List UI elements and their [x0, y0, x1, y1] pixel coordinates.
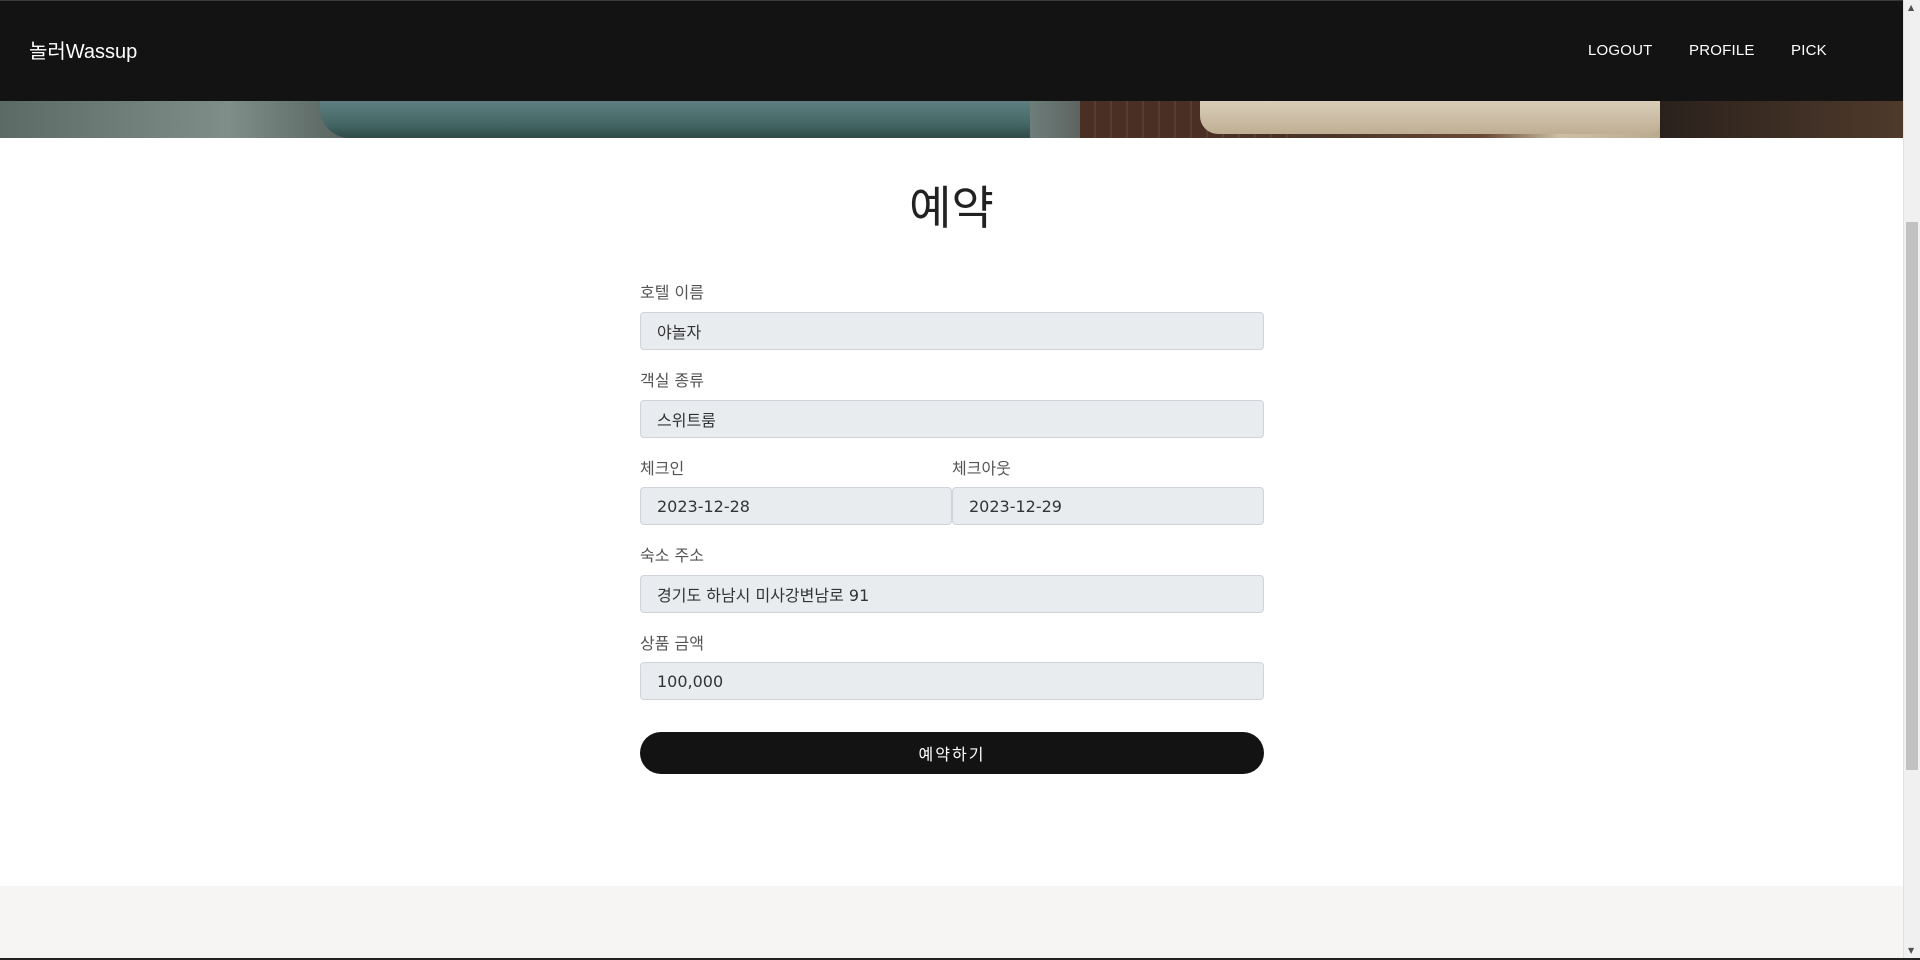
brand-logo-link[interactable]: 놀러Wassup: [29, 35, 137, 64]
price-label: 상품 금액: [640, 634, 704, 653]
address-field[interactable]: [640, 575, 1264, 613]
hero-image-strip: [0, 101, 1903, 138]
hero-pool-area: [320, 101, 1030, 138]
nav-profile-link[interactable]: PROFILE: [1689, 42, 1755, 59]
reserve-button[interactable]: 예약하기: [640, 732, 1264, 774]
scrollbar-thumb[interactable]: [1906, 222, 1918, 770]
page-title: 예약: [909, 181, 994, 235]
address-label: 숙소 주소: [640, 546, 704, 565]
footer-band: [0, 886, 1903, 958]
scroll-down-arrow-icon[interactable]: ▼: [1908, 946, 1914, 956]
checkout-label: 체크아웃: [952, 459, 1011, 478]
nav-pick-link[interactable]: PICK: [1791, 42, 1827, 59]
top-navbar: 놀러Wassup LOGOUT PROFILE PICK: [0, 0, 1903, 101]
room-type-field[interactable]: [640, 400, 1264, 438]
hero-sofa-area: [1200, 101, 1660, 134]
hotel-name-field[interactable]: [640, 312, 1264, 350]
scroll-up-arrow-icon[interactable]: ▲: [1908, 3, 1914, 13]
hero-edge-area: [1660, 101, 1903, 138]
vertical-scrollbar[interactable]: ▲ ▼: [1903, 0, 1920, 960]
hotel-name-label: 호텔 이름: [640, 283, 704, 302]
room-type-label: 객실 종류: [640, 371, 704, 390]
checkin-date-field[interactable]: [640, 487, 952, 525]
nav-logout-link[interactable]: LOGOUT: [1588, 42, 1653, 59]
checkin-label: 체크인: [640, 459, 685, 478]
price-field[interactable]: [640, 662, 1264, 700]
checkout-date-field[interactable]: [952, 487, 1264, 525]
